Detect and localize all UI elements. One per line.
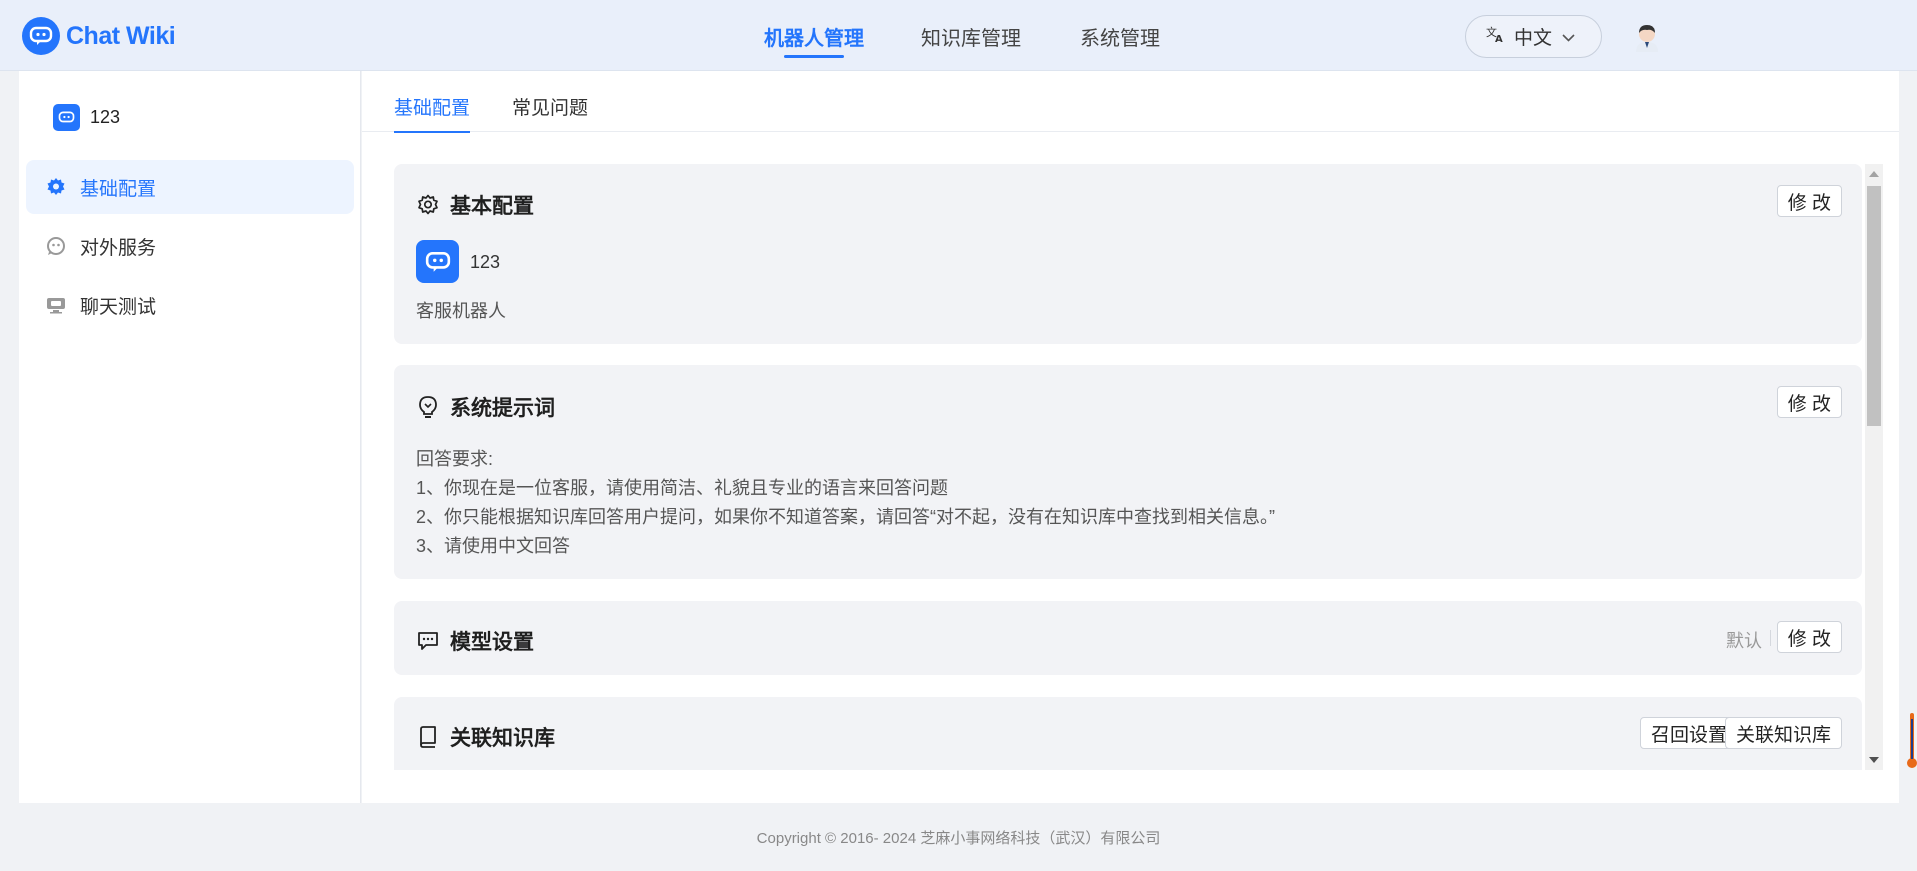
user-avatar[interactable] — [1634, 24, 1660, 52]
divider — [1770, 630, 1771, 646]
linked-knowledge-title: 关联知识库 — [416, 722, 555, 752]
translate-icon: 文 A — [1486, 25, 1506, 49]
main-panel: 基础配置 常见问题 基本配置 修 改 123 客服机器人 系统提示词 修 改 回… — [362, 71, 1899, 803]
nav-item-system-management[interactable]: 系统管理 — [1080, 22, 1160, 57]
language-label: 中文 — [1514, 28, 1553, 49]
sidebar-item-chat-test[interactable]: 聊天测试 — [26, 278, 354, 332]
basic-config-card: 基本配置 修 改 123 客服机器人 — [394, 164, 1862, 344]
scroll-thumb[interactable] — [1867, 186, 1881, 426]
model-default-label: 默认 — [1726, 631, 1762, 651]
service-icon — [46, 236, 66, 256]
prompt-line: 2、你只能根据知识库回答用户提问，如果你不知道答案，请回答“对不起，没有在知识库… — [416, 507, 1275, 527]
prompt-line: 回答要求: — [416, 449, 494, 469]
settings-outline-icon — [416, 193, 440, 217]
edit-model-button[interactable]: 修 改 — [1776, 621, 1842, 653]
language-selector[interactable]: 文 A 中文 — [1465, 15, 1602, 58]
card-title-text: 系统提示词 — [450, 397, 555, 420]
chat-test-icon — [46, 295, 66, 315]
gear-icon — [46, 177, 66, 197]
linked-knowledge-card: 关联知识库 召回设置 关联知识库 — [394, 697, 1862, 770]
card-title-text: 关联知识库 — [450, 727, 555, 750]
model-settings-card: 模型设置 默认 修 改 — [394, 601, 1862, 675]
scroll-up-arrow-icon[interactable] — [1869, 171, 1879, 177]
chevron-down-icon — [1562, 26, 1575, 48]
thermometer-widget-icon[interactable] — [1907, 713, 1917, 769]
tab-basic-config[interactable]: 基础配置 — [394, 93, 471, 133]
tab-bar: 基础配置 常见问题 — [362, 71, 1899, 133]
footer-copyright: Copyright © 2016- 2024 芝麻小事网络科技（武汉）有限公司 — [756, 830, 1161, 847]
chat-bubble-logo-icon — [22, 17, 60, 55]
nav-item-label: 机器人管理 — [764, 28, 864, 50]
robot-description: 客服机器人 — [416, 301, 506, 321]
nav-item-knowledge-management[interactable]: 知识库管理 — [921, 22, 1021, 57]
tab-label: 常见问题 — [512, 98, 589, 119]
message-square-icon — [416, 629, 440, 653]
edit-prompt-button[interactable]: 修 改 — [1776, 386, 1842, 418]
model-settings-title: 模型设置 — [416, 626, 534, 656]
nav-item-robot-management[interactable]: 机器人管理 — [764, 22, 864, 58]
robot-name: 123 — [90, 107, 121, 127]
scroll-down-arrow-icon[interactable] — [1869, 757, 1879, 763]
link-knowledge-button[interactable]: 关联知识库 — [1724, 717, 1842, 749]
robot-header: 123 — [53, 104, 120, 131]
tab-faq[interactable]: 常见问题 — [512, 93, 588, 132]
card-title-text: 基本配置 — [450, 195, 534, 218]
robot-avatar-icon — [416, 240, 459, 283]
app-logo[interactable]: Chat Wiki — [22, 17, 176, 55]
sidebar-item-label: 聊天测试 — [80, 296, 157, 318]
system-prompt-title: 系统提示词 — [416, 392, 555, 422]
sidebar-item-label: 对外服务 — [80, 237, 157, 259]
edit-basic-button[interactable]: 修 改 — [1776, 185, 1842, 217]
recall-settings-button[interactable]: 召回设置 — [1639, 717, 1738, 749]
book-icon — [416, 725, 440, 749]
config-content: 基本配置 修 改 123 客服机器人 系统提示词 修 改 回答要求: 1、你现在… — [394, 164, 1869, 770]
sidebar-item-label: 基础配置 — [80, 178, 157, 200]
nav-active-indicator — [784, 55, 844, 58]
basic-config-title: 基本配置 — [416, 190, 534, 220]
nav-item-label: 知识库管理 — [921, 28, 1021, 50]
tab-active-indicator — [394, 131, 471, 133]
content-scrollbar[interactable] — [1865, 164, 1883, 770]
svg-text:A: A — [1495, 34, 1503, 43]
tab-label: 基础配置 — [394, 98, 471, 119]
lightbulb-icon — [416, 395, 440, 419]
card-title-text: 模型设置 — [450, 631, 534, 654]
sidebar-item-basic-config[interactable]: 基础配置 — [26, 160, 354, 214]
prompt-line: 1、你现在是一位客服，请使用简洁、礼貌且专业的语言来回答问题 — [416, 478, 949, 498]
robot-avatar-icon — [53, 104, 80, 131]
robot-name: 123 — [470, 252, 501, 272]
top-header: Chat Wiki 机器人管理 知识库管理 系统管理 文 A 中文 — [0, 0, 1917, 71]
prompt-line: 3、请使用中文回答 — [416, 536, 571, 556]
sidebar-item-external-service[interactable]: 对外服务 — [26, 219, 354, 273]
left-sidebar: 123 基础配置 对外服务 聊天测试 — [19, 71, 361, 803]
system-prompt-card: 系统提示词 修 改 回答要求: 1、你现在是一位客服，请使用简洁、礼貌且专业的语… — [394, 365, 1862, 579]
nav-item-label: 系统管理 — [1080, 28, 1160, 50]
logo-text: Chat Wiki — [66, 21, 176, 50]
